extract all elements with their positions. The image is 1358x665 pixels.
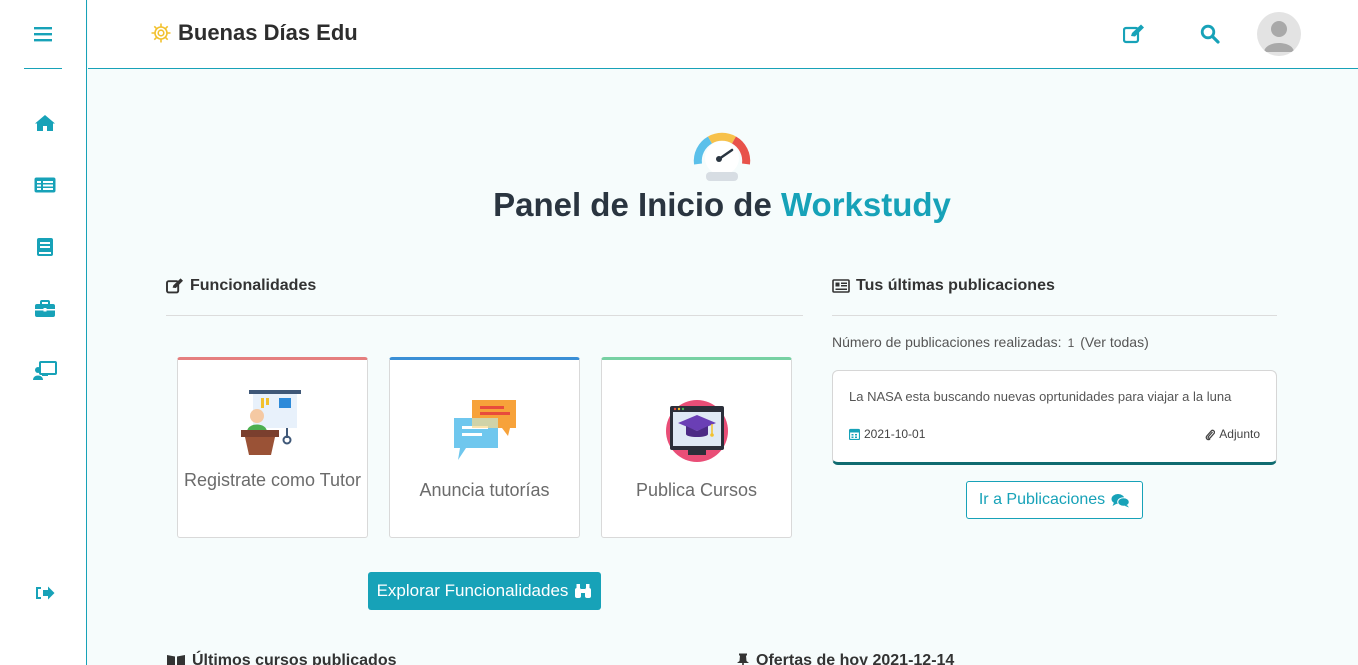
menu-toggle-button[interactable]: [24, 0, 62, 69]
features-divider: [166, 315, 803, 316]
home-icon: [35, 115, 55, 131]
top-header: Buenas Días Edu: [88, 0, 1358, 69]
publication-date-value: 2021-10-01: [864, 427, 926, 441]
tutor-presenter-icon: [240, 390, 301, 455]
page-title-accent: Workstudy: [781, 186, 951, 223]
sidebar-item-offers[interactable]: [30, 296, 60, 322]
teacher-icon: [33, 361, 57, 380]
publication-card[interactable]: La NASA esta buscando nuevas oprtunidade…: [832, 370, 1277, 465]
newspaper-icon: [832, 279, 850, 293]
sidebar-item-tutoring[interactable]: [30, 358, 60, 384]
publications-count-label: Número de publicaciones realizadas:: [832, 334, 1062, 350]
page-title-prefix: Panel de Inicio de: [493, 186, 772, 223]
chat-bubbles-icon: [453, 400, 516, 460]
explore-features-label: Explorar Funcionalidades: [376, 581, 569, 600]
search-icon: [1200, 24, 1220, 44]
latest-courses-heading: Últimos cursos publicados: [166, 652, 396, 665]
feature-card-label: Publica Cursos: [635, 480, 758, 500]
binoculars-icon: [575, 584, 592, 598]
brand-name: Buenas Días Edu: [178, 20, 358, 45]
thumbtack-icon: [737, 653, 749, 665]
paperclip-icon: [1205, 429, 1216, 440]
explore-features-button[interactable]: Explorar Funcionalidades: [368, 572, 601, 610]
hamburger-icon: [34, 27, 52, 42]
publications-divider: [832, 315, 1277, 316]
todays-offers-heading: Ofertas de hoy 2021-12-14: [736, 652, 954, 665]
user-avatar-button[interactable]: [1257, 12, 1301, 56]
book-open-icon: [167, 654, 185, 665]
search-button[interactable]: [1198, 22, 1222, 46]
feature-card-label: Registrate como Tutor: [183, 470, 362, 490]
dashboard-gauge-icon: [690, 126, 754, 189]
sign-out-icon: [36, 586, 55, 600]
feature-card-label: Anuncia tutorías: [419, 480, 550, 500]
todays-offers-title: Ofertas de hoy 2021-12-14: [756, 652, 955, 665]
publication-text: La NASA esta buscando nuevas oprtunidade…: [849, 389, 1232, 404]
edit-button[interactable]: [1122, 22, 1146, 46]
features-heading: Funcionalidades: [166, 277, 316, 295]
briefcase-icon: [35, 300, 55, 317]
publication-attachment-label: Adjunto: [1219, 427, 1260, 441]
feature-card-tutor[interactable]: Registrate como Tutor: [177, 357, 368, 538]
sidebar-item-courses[interactable]: [30, 234, 60, 260]
features-title: Funcionalidades: [190, 277, 317, 294]
sidebar-item-home[interactable]: [30, 110, 60, 136]
latest-courses-title: Últimos cursos publicados: [192, 652, 397, 665]
go-to-publications-button[interactable]: Ir a Publicaciones: [966, 481, 1143, 519]
gear-icon: [151, 23, 171, 43]
edit-icon: [166, 278, 183, 294]
publications-count-line: Número de publicaciones realizadas: 1 (Ver…: [832, 334, 1149, 350]
page-title: Panel de Inicio de Workstudy: [0, 186, 1358, 224]
feature-card-tutorias[interactable]: Anuncia tutorías: [389, 357, 580, 538]
go-to-publications-label: Ir a Publicaciones: [978, 491, 1106, 508]
sidebar: [0, 0, 87, 665]
edit-icon: [1123, 24, 1144, 44]
publication-attachment[interactable]: Adjunto: [1205, 427, 1260, 441]
publication-date: 2021-10-01: [849, 427, 925, 441]
view-all-link[interactable]: (Ver todas): [1080, 334, 1148, 350]
publications-title: Tus últimas publicaciones: [856, 277, 1055, 294]
feature-card-cursos[interactable]: Publica Cursos: [601, 357, 792, 538]
calendar-icon: [849, 428, 860, 440]
user-avatar-icon: [1264, 21, 1294, 52]
comments-icon: [1111, 493, 1130, 507]
publications-count: 1: [1067, 336, 1075, 350]
brand[interactable]: Buenas Días Edu: [150, 20, 358, 46]
graduation-course-icon: [665, 400, 728, 462]
publications-heading: Tus últimas publicaciones: [832, 277, 1055, 295]
book-icon: [37, 238, 53, 256]
logout-button[interactable]: [30, 580, 60, 606]
